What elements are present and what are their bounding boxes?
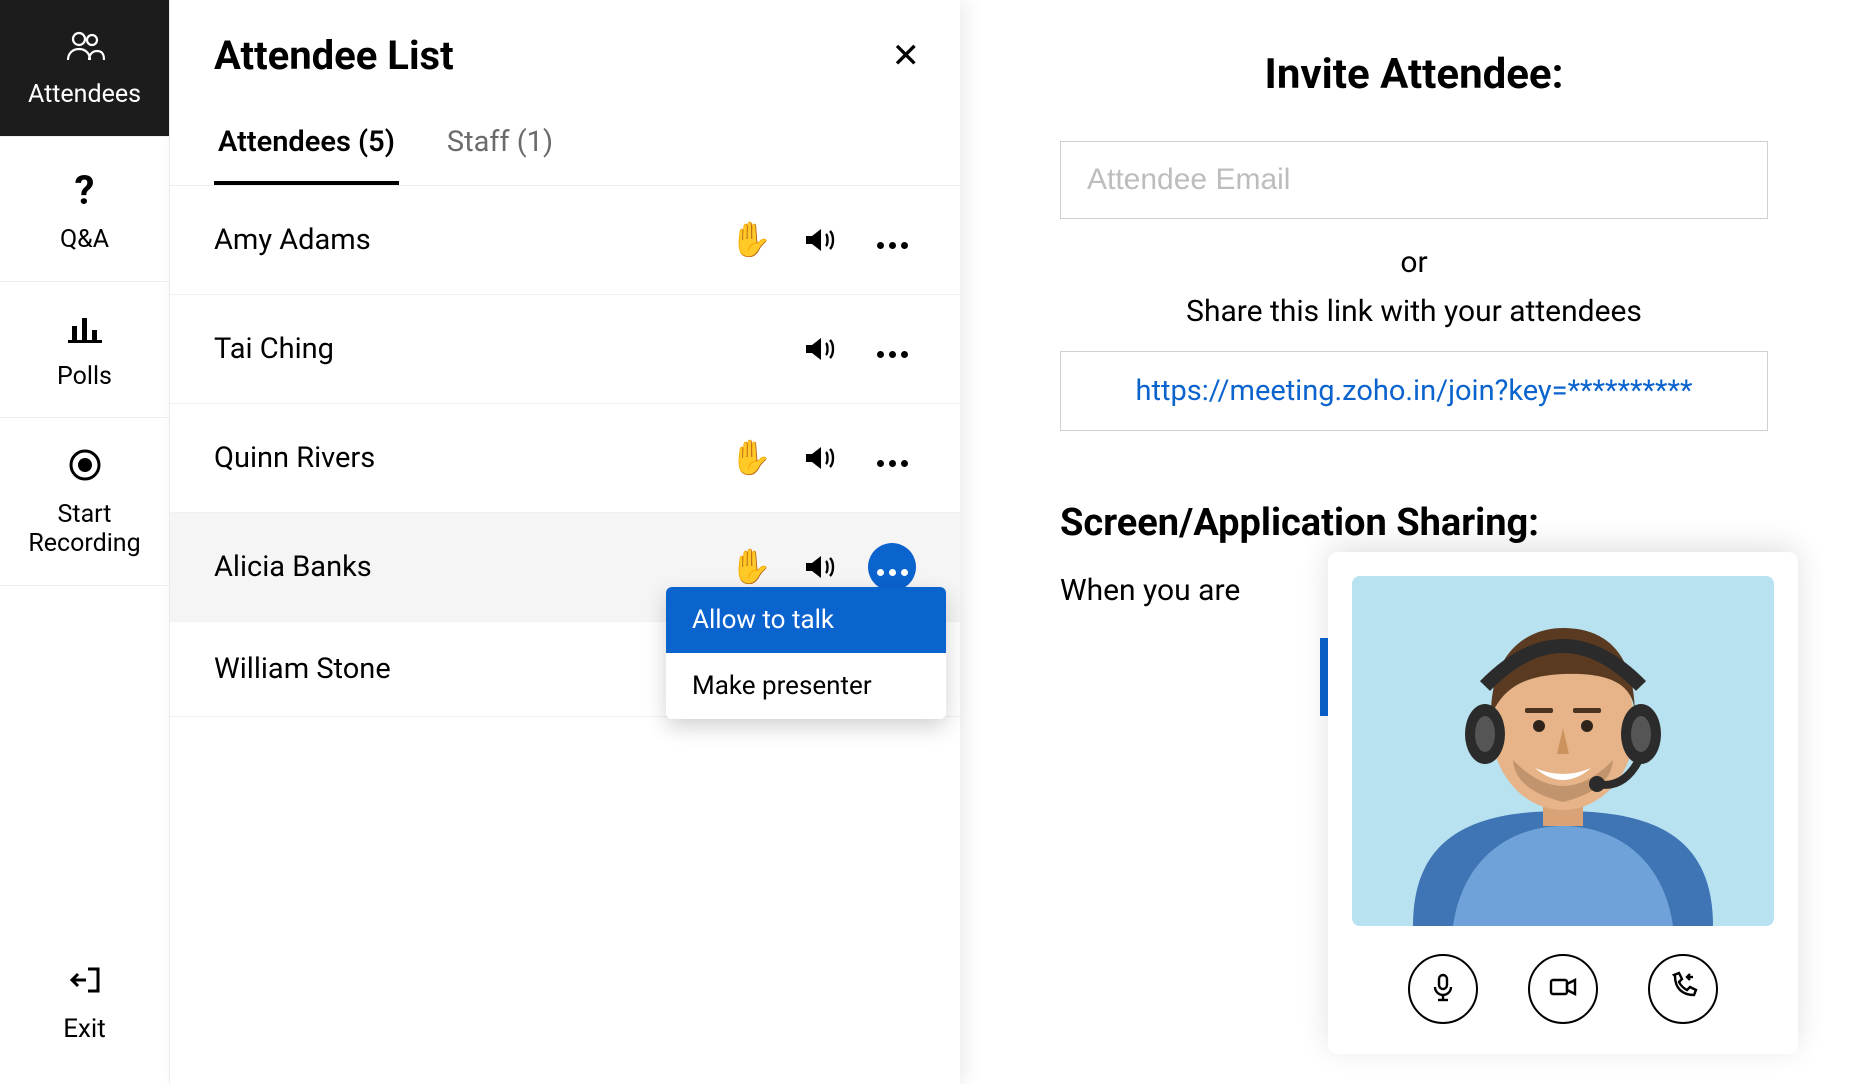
more-button[interactable]: [868, 325, 916, 373]
attendee-actions-dropdown: Allow to talk Make presenter: [666, 587, 946, 719]
sidebar-item-exit[interactable]: Exit: [0, 937, 169, 1084]
sharing-heading: Screen/Application Sharing:: [1060, 501, 1768, 545]
or-label: or: [1400, 245, 1427, 280]
video-thumbnail: [1352, 576, 1774, 926]
attendee-name: Quinn Rivers: [214, 441, 730, 475]
avatar-image: [1352, 576, 1774, 926]
share-link-label: Share this link with your attendees: [1186, 294, 1642, 329]
mic-button[interactable]: [1408, 954, 1478, 1024]
close-icon[interactable]: ✕: [892, 39, 921, 73]
speaker-icon[interactable]: [802, 440, 838, 476]
sidebar-item-label: Start Recording: [28, 501, 140, 559]
attendee-row: Amy Adams ✋: [170, 186, 960, 295]
sidebar-item-label: Attendees: [28, 81, 141, 110]
speaker-icon[interactable]: [802, 331, 838, 367]
tab-staff[interactable]: Staff (1): [443, 107, 557, 185]
attendee-email-input[interactable]: [1060, 141, 1768, 219]
camera-icon: [1547, 971, 1579, 1007]
speaker-icon[interactable]: [802, 222, 838, 258]
mic-icon: [1427, 971, 1459, 1007]
invite-heading: Invite Attendee:: [1265, 50, 1564, 99]
sidebar-item-attendees[interactable]: Attendees: [0, 0, 169, 137]
dropdown-item-make-presenter[interactable]: Make presenter: [666, 653, 946, 719]
tab-attendees[interactable]: Attendees (5): [214, 107, 399, 185]
invite-link-box[interactable]: https://meeting.zoho.in/join?key=*******…: [1060, 351, 1768, 431]
more-button[interactable]: [868, 434, 916, 482]
attendee-row: Quinn Rivers ✋: [170, 404, 960, 513]
attendee-panel: Attendee List ✕ Attendees (5) Staff (1) …: [170, 0, 960, 1084]
question-icon: ?: [75, 167, 95, 214]
attendee-name: Amy Adams: [214, 223, 730, 257]
more-button[interactable]: [868, 216, 916, 264]
sidebar-item-qa[interactable]: ? Q&A: [0, 137, 169, 282]
sidebar-item-label: Q&A: [60, 226, 109, 255]
raised-hand-icon: ✋: [730, 547, 772, 587]
panel-tabs: Attendees (5) Staff (1): [170, 107, 960, 186]
attendee-name: Alicia Banks: [214, 550, 730, 584]
exit-icon: [68, 963, 102, 1004]
raised-hand-icon: ✋: [730, 438, 772, 478]
hangup-icon: [1667, 971, 1699, 1007]
sidebar-item-label: Exit: [63, 1014, 106, 1044]
sidebar-item-start-recording[interactable]: Start Recording: [0, 418, 169, 586]
sidebar-item-polls[interactable]: Polls: [0, 282, 169, 419]
camera-button[interactable]: [1528, 954, 1598, 1024]
self-video-card: [1328, 552, 1798, 1054]
hangup-button[interactable]: [1648, 954, 1718, 1024]
dropdown-item-allow-to-talk[interactable]: Allow to talk: [666, 587, 946, 653]
attendee-row: Tai Ching: [170, 295, 960, 404]
speaker-icon[interactable]: [802, 549, 838, 585]
raised-hand-icon: ✋: [730, 220, 772, 260]
sidebar-item-label: Polls: [57, 363, 112, 392]
more-button[interactable]: [868, 543, 916, 591]
left-sidebar: Attendees ? Q&A Polls Start Recording: [0, 0, 170, 1084]
attendee-row: Alicia Banks ✋ Allow to talk Make presen…: [170, 513, 960, 622]
attendee-name: Tai Ching: [214, 332, 802, 366]
video-controls: [1352, 954, 1774, 1024]
polls-icon: [68, 312, 102, 351]
record-icon: [68, 448, 102, 489]
panel-title: Attendee List: [214, 32, 454, 79]
attendees-icon: [65, 30, 105, 69]
attendee-rows: Amy Adams ✋ Tai Ching Quinn Rivers: [170, 186, 960, 717]
